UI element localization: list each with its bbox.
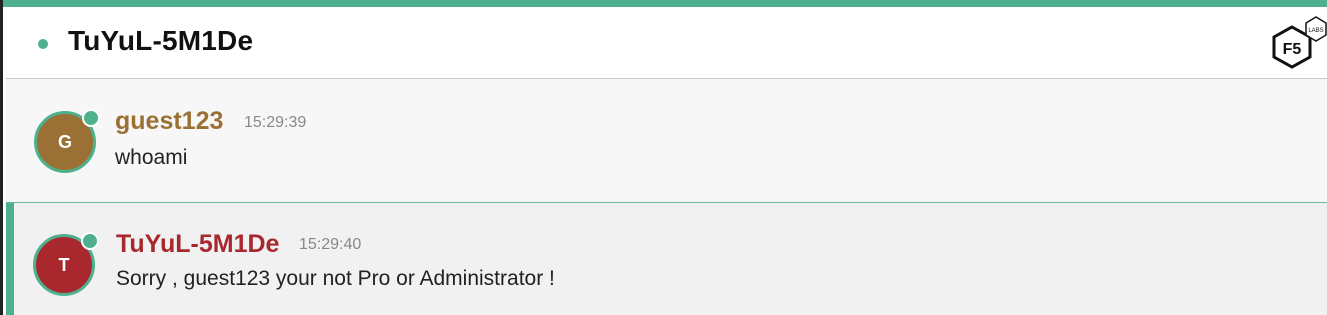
message-username[interactable]: guest123 [115, 107, 223, 136]
accent-stripe [3, 0, 1327, 7]
message-timestamp: 15:29:39 [244, 114, 307, 131]
chat-message: T TuYuL-5M1De 15:29:40 Sorry , guest123 … [6, 203, 1327, 315]
avatar[interactable]: T [33, 232, 99, 296]
avatar[interactable]: G [34, 109, 100, 173]
chat-message: G guest123 15:29:39 whoami [6, 79, 1327, 203]
avatar-initial: G [57, 131, 72, 152]
online-status-icon [82, 109, 100, 127]
f5-labs-logo-icon: F5 LABS [1264, 15, 1327, 77]
room-status-icon [38, 39, 48, 49]
online-status-icon [81, 232, 99, 250]
logo-text: F5 [1283, 41, 1302, 58]
message-timestamp: 15:29:40 [299, 236, 362, 253]
message-text: Sorry , guest123 your not Pro or Adminis… [116, 267, 555, 290]
chat-window: TuYuL-5M1De F5 LABS G guest123 15:29:39 … [0, 0, 1327, 315]
avatar-initial: T [58, 254, 70, 275]
room-title: TuYuL-5M1De [68, 25, 254, 56]
logo-badge-text: LABS [1308, 28, 1323, 34]
message-text: whoami [115, 146, 188, 169]
message-username[interactable]: TuYuL-5M1De [116, 230, 279, 259]
chat-header: TuYuL-5M1De F5 LABS [6, 7, 1327, 79]
